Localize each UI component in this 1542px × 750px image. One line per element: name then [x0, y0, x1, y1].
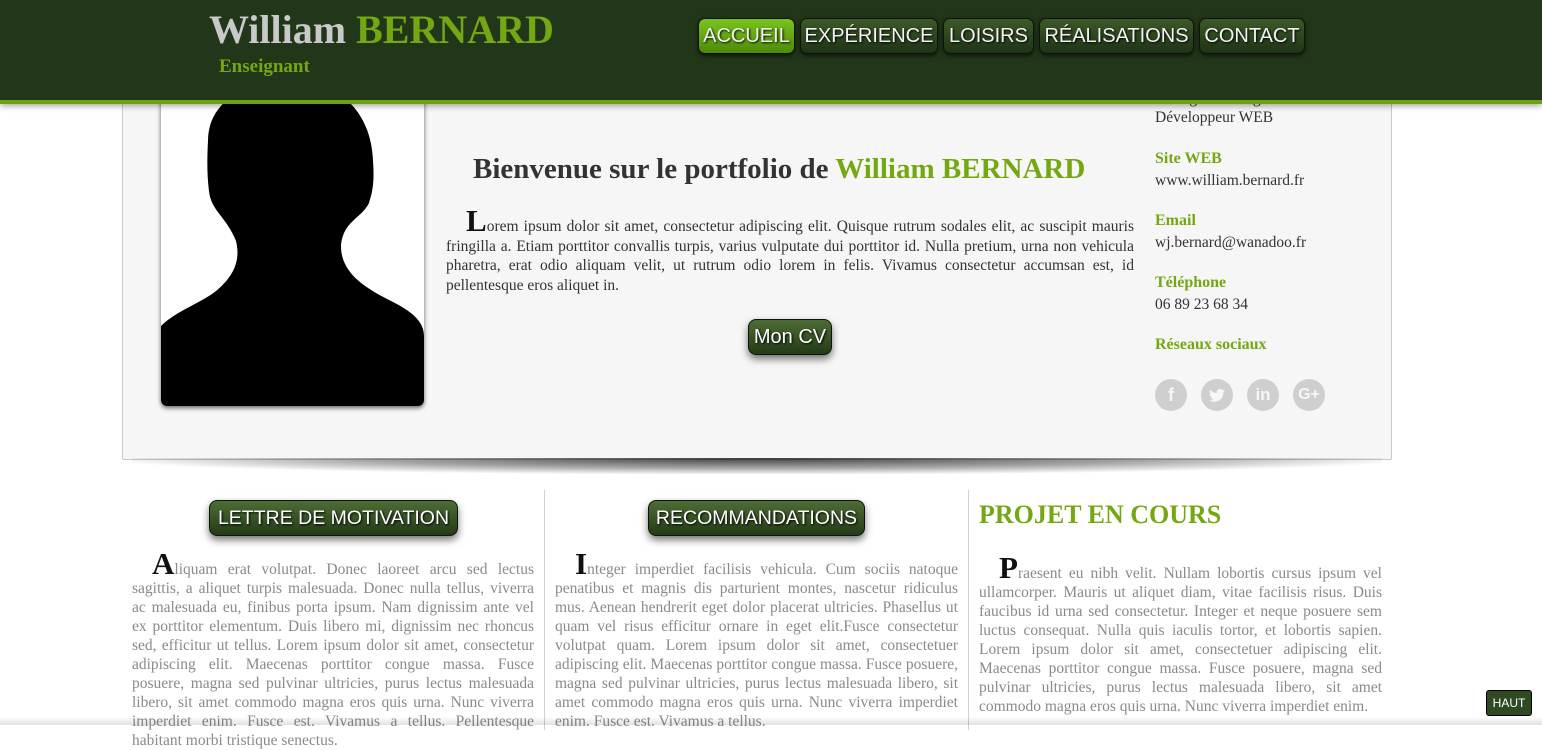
email-title: Email	[1155, 212, 1196, 229]
email-link[interactable]: wj.bernard@wanadoo.fr	[1155, 232, 1375, 254]
intro-dropcap: L	[466, 203, 487, 238]
phone-title: Téléphone	[1155, 274, 1227, 291]
motivation-dropcap: A	[152, 546, 175, 581]
recommandations-text: Integer imperdiet facilisis vehicula. Cu…	[555, 548, 958, 731]
site-title: Site WEB	[1155, 150, 1222, 167]
projet-text: Praesent eu nibh velit. Nullam lobortis …	[979, 552, 1382, 716]
intro-text: orem ipsum dolor sit amet, consectetur a…	[446, 218, 1134, 294]
site-header: William BERNARD Enseignant ACCUEIL EXPÉR…	[0, 0, 1542, 104]
hero-card: Bienvenue sur le portfolio de William BE…	[122, 60, 1392, 460]
recommandations-button[interactable]: RECOMMANDATIONS	[648, 500, 865, 536]
linkedin-icon[interactable]: in	[1247, 379, 1279, 411]
nav-loisirs[interactable]: LOISIRS	[943, 18, 1034, 54]
profile-photo	[161, 81, 424, 406]
motivation-button[interactable]: LETTRE DE MOTIVATION	[209, 500, 458, 536]
projet-title: PROJET EN COURS	[979, 500, 1222, 529]
recommandations-column: RECOMMANDATIONS Integer imperdiet facili…	[555, 490, 958, 730]
nav-contact[interactable]: CONTACT	[1199, 18, 1305, 54]
social-title: Réseaux sociaux	[1155, 336, 1267, 353]
brand-last-name: BERNARD	[356, 7, 554, 52]
back-to-top-button[interactable]: HAUT	[1486, 690, 1532, 716]
twitter-icon[interactable]	[1201, 379, 1233, 411]
welcome-name: William BERNARD	[835, 153, 1086, 185]
column-divider	[544, 490, 545, 730]
role-item: Développeur WEB	[1155, 109, 1274, 126]
welcome-prefix: Bienvenue sur le portfolio de	[473, 153, 829, 185]
nav-accueil[interactable]: ACCUEIL	[698, 18, 795, 54]
motivation-column: LETTRE DE MOTIVATION Aliquam erat volutp…	[132, 490, 534, 749]
brand-first-name: William	[209, 7, 347, 52]
person-silhouette-icon	[161, 81, 424, 406]
column-divider	[968, 490, 969, 730]
intro-paragraph: Lorem ipsum dolor sit amet, consectetur …	[446, 205, 1134, 295]
projet-dropcap: P	[999, 550, 1018, 585]
brand-subtitle: Enseignant	[219, 56, 310, 77]
projet-body: raesent eu nibh velit. Nullam lobortis c…	[979, 565, 1382, 715]
phone-number: 06 89 23 68 34	[1155, 296, 1248, 313]
projet-column: PROJET EN COURS Praesent eu nibh velit. …	[979, 490, 1382, 730]
recommandations-body: nteger imperdiet facilisis vehicula. Cum…	[555, 561, 958, 730]
nav-experience[interactable]: EXPÉRIENCE	[800, 18, 938, 54]
facebook-icon[interactable]: f	[1155, 379, 1187, 411]
contact-info: Enseignant d'anglais Développeur WEB Sit…	[1155, 89, 1375, 356]
welcome-heading: Bienvenue sur le portfolio de William BE…	[473, 153, 1113, 186]
nav-realisations[interactable]: RÉALISATIONS	[1039, 18, 1194, 54]
brand[interactable]: William BERNARD Enseignant	[209, 7, 554, 78]
bottom-fade	[0, 717, 1542, 725]
site-link[interactable]: www.william.bernard.fr	[1155, 170, 1375, 192]
recommandations-dropcap: I	[575, 546, 588, 581]
google-plus-icon[interactable]: G+	[1293, 379, 1325, 411]
cv-button[interactable]: Mon CV	[748, 319, 832, 355]
hero-shadow	[132, 458, 1382, 474]
